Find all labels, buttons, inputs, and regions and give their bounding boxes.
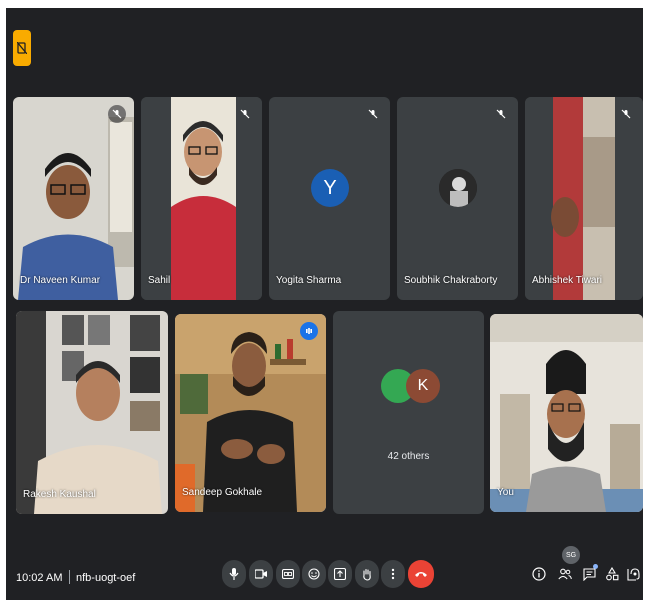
- emoji-button[interactable]: [302, 560, 326, 588]
- host-controls-icon: [626, 568, 640, 581]
- more-options-button[interactable]: [381, 560, 405, 588]
- end-call-icon: [415, 572, 427, 577]
- present-button[interactable]: [328, 560, 352, 588]
- participant-video: [490, 314, 643, 512]
- camera-icon: [255, 569, 267, 579]
- avatar-initial: Y: [323, 176, 337, 199]
- participant-tile-soubhik[interactable]: Soubhik Chakraborty: [397, 97, 518, 300]
- chat-button[interactable]: [581, 564, 598, 582]
- meeting-time: 10:02 AM: [16, 572, 63, 584]
- others-count: 42 others: [387, 451, 430, 462]
- participant-name: Sahil: [148, 275, 171, 286]
- avatar-photo: [439, 169, 477, 207]
- muted-icon: [492, 105, 510, 123]
- participant-name: Rakesh Kaushal: [23, 489, 96, 500]
- participant-name: Abhishek Tiwari: [532, 275, 603, 286]
- raise-hand-button[interactable]: [355, 560, 379, 588]
- mic-icon: [229, 568, 239, 580]
- avatar: K: [406, 369, 440, 403]
- participant-video: [175, 314, 326, 512]
- participant-tile-rakesh[interactable]: Rakesh Kaushal: [16, 311, 168, 514]
- badge-label: SG: [565, 551, 577, 559]
- participant-name: Soubhik Chakraborty: [404, 275, 498, 286]
- host-controls-button[interactable]: [625, 566, 641, 582]
- participant-video: [13, 97, 134, 300]
- meet-window: Dr Naveen Kumar Sahil Y Yogita Sharma So…: [6, 8, 643, 600]
- divider: [69, 570, 70, 584]
- muted-icon: [236, 105, 254, 123]
- participant-tile-abhishek[interactable]: Abhishek Tiwari: [525, 97, 643, 300]
- info-icon: [532, 567, 546, 581]
- participant-tile-you[interactable]: You: [490, 314, 643, 512]
- activities-button[interactable]: [604, 566, 620, 582]
- participant-tile-sahil[interactable]: Sahil: [141, 97, 262, 300]
- muted-icon: [617, 105, 635, 123]
- end-call-button[interactable]: [408, 560, 434, 588]
- participant-video: [141, 97, 262, 300]
- participant-name: You: [497, 487, 514, 498]
- participant-name: Sandeep Gokhale: [182, 487, 263, 498]
- participant-tile-others[interactable]: K 42 others: [333, 311, 484, 514]
- more-options-icon: [391, 568, 395, 580]
- people-button[interactable]: [557, 566, 573, 582]
- raise-hand-icon: [363, 568, 371, 581]
- recording-icon: [17, 42, 27, 54]
- avatar-initial: K: [417, 377, 429, 394]
- participant-tile-yogita[interactable]: Y Yogita Sharma: [269, 97, 390, 300]
- present-icon: [334, 568, 346, 580]
- activities-icon: [606, 567, 619, 581]
- captions-icon: [282, 569, 294, 579]
- people-icon: [558, 568, 572, 580]
- participant-tile-sandeep[interactable]: Sandeep Gokhale: [175, 314, 326, 512]
- muted-icon: [364, 105, 382, 123]
- participant-count-badge: SG: [562, 546, 580, 564]
- camera-button[interactable]: [249, 560, 273, 588]
- participant-tile-naveen[interactable]: Dr Naveen Kumar: [13, 97, 134, 300]
- unread-dot: [593, 564, 598, 569]
- emoji-icon: [308, 568, 320, 580]
- speaking-indicator-icon: [300, 322, 318, 340]
- captions-button[interactable]: [276, 560, 300, 588]
- mic-button[interactable]: [222, 560, 246, 588]
- participant-video: [16, 311, 168, 514]
- recording-badge[interactable]: [13, 30, 31, 66]
- muted-icon: [108, 105, 126, 123]
- avatar: Y: [311, 169, 349, 207]
- bottom-bar: 10:02 AM nfb-uogt-oef SG: [6, 546, 643, 600]
- info-button[interactable]: [531, 566, 547, 582]
- meeting-code: nfb-uogt-oef: [76, 572, 136, 584]
- participant-name: Yogita Sharma: [276, 275, 342, 286]
- avatar: [439, 169, 477, 207]
- participant-video: [525, 97, 643, 300]
- participant-name: Dr Naveen Kumar: [20, 275, 101, 286]
- chat-icon: [582, 567, 596, 581]
